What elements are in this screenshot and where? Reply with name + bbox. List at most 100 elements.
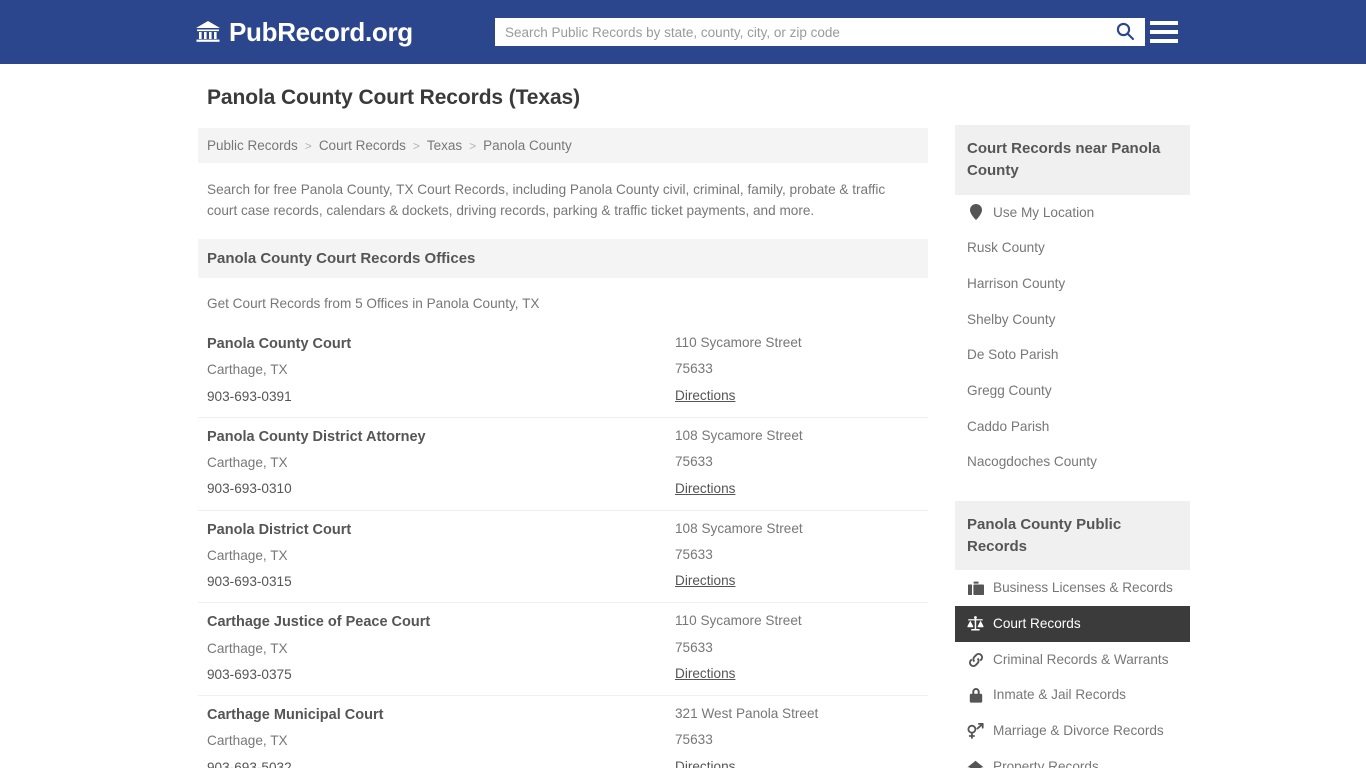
office-street: 110 Sycamore Street	[675, 335, 802, 351]
office-row: Carthage Municipal Court Carthage, TX 903-…	[198, 695, 928, 768]
house-icon	[967, 758, 984, 768]
office-directions-wrap: Directions	[675, 388, 919, 404]
main-content: Panola County Court Records (Texas) Publ…	[198, 86, 928, 768]
office-directions-wrap: Directions	[675, 759, 919, 768]
breadcrumb-separator: >	[412, 138, 420, 153]
lock-icon	[967, 687, 984, 704]
breadcrumb: Public Records > Court Records > Texas > Panol…	[198, 128, 928, 163]
nearby-section-heading: Court Records near Panola County	[955, 125, 1190, 195]
office-city-state: Carthage, TX	[207, 547, 288, 563]
nearby-item-gregg-county[interactable]: Gregg County	[955, 373, 1190, 409]
brand-name: PubRecord.org	[229, 17, 413, 47]
public-records-item-inmate-jail-records[interactable]: Inmate & Jail Records	[955, 677, 1190, 713]
handcuffs-icon	[967, 651, 984, 668]
office-address: 110 Sycamore Street 75633 Directions	[675, 613, 919, 683]
site-header: PubRecord.org	[0, 0, 1366, 64]
nearby-item-label: Caddo Parish	[967, 418, 1050, 434]
office-street: 108 Sycamore Street	[675, 427, 803, 443]
office-city-state: Carthage, TX	[207, 362, 288, 378]
public-records-item-label: Inmate & Jail Records	[993, 687, 1126, 703]
public-records-item-label: Business Licenses & Records	[993, 580, 1173, 596]
office-directions-wrap: Directions	[675, 666, 919, 682]
hamburger-menu-icon	[1150, 30, 1178, 34]
directions-link[interactable]: Directions	[675, 573, 735, 588]
nearby-item-nacogdoches-county[interactable]: Nacogdoches County	[955, 444, 1190, 480]
nearby-item-harrison-county[interactable]: Harrison County	[955, 266, 1190, 302]
nearby-item-label: Gregg County	[967, 382, 1052, 398]
nearby-item-rusk-county[interactable]: Rusk County	[955, 230, 1190, 266]
office-name: Panola District Court	[207, 521, 352, 538]
office-info: Panola County District Attorney Carthage,…	[207, 428, 675, 498]
office-zip: 75633	[675, 361, 713, 377]
brand-logo-link[interactable]: PubRecord.org	[195, 19, 413, 45]
office-city-state: Carthage, TX	[207, 455, 288, 470]
office-zip: 75633	[675, 546, 713, 562]
office-row: Panola County District Attorney Carthage,…	[198, 416, 928, 510]
public-records-item-label: Criminal Records & Warrants	[993, 651, 1169, 667]
breadcrumb-item-1[interactable]: Public Records	[207, 138, 298, 153]
nearby-item-use-my-location[interactable]: Use My Location	[955, 195, 1190, 231]
office-address: 108 Sycamore Street 75633 Directions	[675, 521, 919, 591]
office-address: 110 Sycamore Street 75633 Directions	[675, 335, 919, 405]
hamburger-menu-icon	[1150, 39, 1178, 43]
office-name: Panola County Court	[207, 336, 352, 353]
page-title: Panola County Court Records (Texas)	[207, 86, 581, 109]
office-info: Carthage Justice of Peace Court Carthage,…	[207, 613, 675, 683]
nearby-item-label: Shelby County	[967, 311, 1056, 327]
breadcrumb-item-4: Panola County	[483, 138, 572, 153]
office-street: 321 West Panola Street	[675, 706, 819, 722]
office-row: Carthage Justice of Peace Court Carthage,…	[198, 602, 928, 695]
public-records-item-criminal-records-warrants[interactable]: Criminal Records & Warrants	[955, 642, 1190, 678]
search-bar	[495, 18, 1145, 46]
office-phone: 903-693-0375	[207, 666, 292, 682]
hamburger-menu-button[interactable]	[1150, 18, 1178, 46]
breadcrumb-separator: >	[304, 138, 312, 153]
office-city-state: Carthage, TX	[207, 733, 288, 749]
office-city-state: Carthage, TX	[207, 640, 288, 656]
nearby-item-caddo-parish[interactable]: Caddo Parish	[955, 409, 1190, 445]
office-phone: 903-693-0391	[207, 388, 292, 404]
directions-link[interactable]: Directions	[675, 388, 735, 403]
search-icon	[1115, 21, 1135, 44]
office-name: Carthage Justice of Peace Court	[207, 614, 431, 631]
office-info: Carthage Municipal Court Carthage, TX 903-…	[207, 706, 675, 768]
office-directions-wrap: Directions	[675, 573, 919, 589]
breadcrumb-item-2[interactable]: Court Records	[319, 138, 406, 153]
public-records-item-label: Court Records	[993, 616, 1081, 632]
nearby-item-shelby-county[interactable]: Shelby County	[955, 302, 1190, 338]
venus-mars-icon	[967, 722, 984, 739]
office-zip: 75633	[675, 454, 713, 470]
nearby-item-label: De Soto Parish	[967, 347, 1059, 363]
office-name: Panola County District Attorney	[207, 428, 426, 445]
public-records-item-marriage-divorce-records[interactable]: Marriage & Divorce Records	[955, 713, 1190, 749]
page-body: Panola County Court Records (Texas) Publ…	[0, 64, 1366, 768]
office-address: 321 West Panola Street 75633 Directions	[675, 706, 919, 768]
nearby-item-de-soto-parish[interactable]: De Soto Parish	[955, 337, 1190, 373]
directions-link[interactable]: Directions	[675, 666, 735, 681]
office-zip: 75633	[675, 732, 713, 748]
office-info: Panola District Court Carthage, TX 903-693…	[207, 521, 675, 591]
nearby-item-label: Nacogdoches County	[967, 454, 1097, 470]
office-name: Carthage Municipal Court	[207, 707, 384, 724]
sidebar: Court Records near Panola County Use My …	[955, 125, 1190, 768]
office-street: 110 Sycamore Street	[675, 613, 802, 629]
public-records-item-label: Property Records	[993, 758, 1099, 768]
nearby-counties-list: Use My Location Rusk County Harrison Count…	[955, 195, 1190, 480]
public-records-item-property-records[interactable]: Property Records	[955, 749, 1190, 768]
directions-link[interactable]: Directions	[675, 759, 735, 768]
map-pin-icon	[967, 204, 984, 221]
directions-link[interactable]: Directions	[675, 481, 735, 496]
search-input[interactable]	[495, 18, 1105, 46]
public-records-section-heading: Panola County Public Records	[955, 500, 1190, 571]
offices-section-heading: Panola County Court Records Offices	[198, 239, 928, 279]
breadcrumb-item-3[interactable]: Texas	[427, 138, 462, 153]
search-button[interactable]	[1105, 18, 1145, 46]
public-records-item-business-licenses-records[interactable]: Business Licenses & Records	[955, 570, 1190, 606]
public-records-list: Business Licenses & Records Court Records…	[955, 570, 1190, 768]
office-phone: 903-693-5032	[207, 759, 292, 768]
balance-scale-icon	[967, 615, 984, 632]
office-phone: 903-693-0315	[207, 574, 292, 590]
public-records-item-court-records[interactable]: Court Records	[955, 606, 1190, 642]
office-directions-wrap: Directions	[675, 481, 919, 497]
bank-icon	[195, 20, 221, 44]
